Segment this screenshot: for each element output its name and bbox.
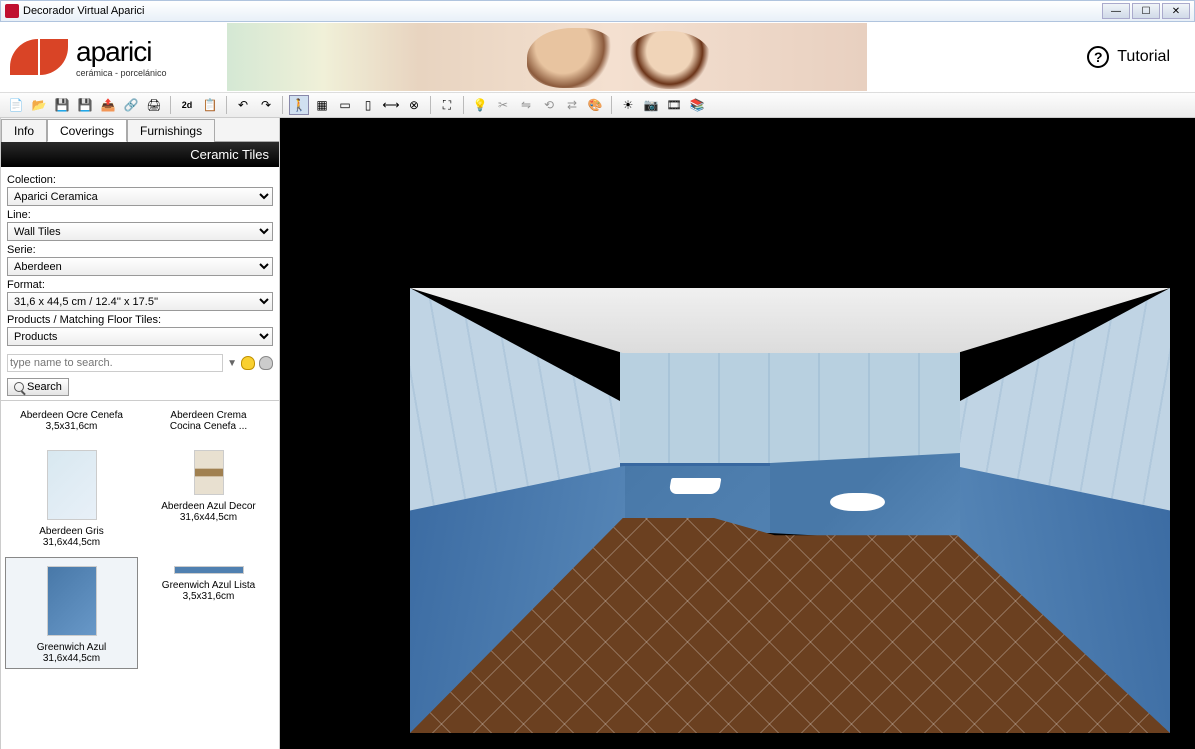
product-item[interactable]: Aberdeen Gris 31,6x44,5cm [5, 441, 138, 553]
palette-icon[interactable]: 🎨 [585, 95, 605, 115]
collection-select[interactable]: Aparici Ceramica [7, 187, 273, 206]
side-panel: Info Coverings Furnishings Ceramic Tiles… [0, 118, 280, 749]
search-icon [14, 382, 24, 392]
delete-icon[interactable]: ⊗ [404, 95, 424, 115]
minimize-button[interactable]: — [1102, 3, 1130, 19]
line-label: Line: [7, 209, 273, 221]
tile-swatch [194, 450, 224, 495]
product-item[interactable]: Greenwich Azul Lista 3,5x31,6cm [142, 557, 275, 669]
products-label: Products / Matching Floor Tiles: [7, 314, 273, 326]
export-icon[interactable]: 📤 [98, 95, 118, 115]
new-icon[interactable]: 📄 [6, 95, 26, 115]
product-item[interactable] [142, 673, 275, 693]
banner-image [227, 23, 867, 91]
logo: aparici cerámica - porcelánico [10, 36, 167, 78]
save-as-icon[interactable]: 💾 [75, 95, 95, 115]
collection-label: Colection: [7, 174, 273, 186]
search-input[interactable] [7, 354, 223, 372]
link-icon[interactable]: 🔗 [121, 95, 141, 115]
product-item-selected[interactable]: Greenwich Azul 31,6x44,5cm [5, 557, 138, 669]
header-bar: aparici cerámica - porcelánico ? Tutoria… [0, 22, 1195, 92]
section-title: Ceramic Tiles [1, 142, 279, 167]
format-label: Format: [7, 279, 273, 291]
search-button[interactable]: Search [7, 378, 69, 396]
tab-coverings[interactable]: Coverings [47, 119, 127, 142]
window-title: Decorador Virtual Aparici [23, 5, 144, 17]
lightbulb-icon[interactable] [241, 356, 255, 370]
tutorial-link[interactable]: Tutorial [1117, 48, 1170, 66]
product-item[interactable]: Aberdeen Ocre Cenefa 3,5x31,6cm [5, 405, 138, 437]
product-item[interactable]: Aberdeen Crema Cocina Cenefa ... [142, 405, 275, 437]
tile-swatch [47, 450, 97, 520]
tab-furnishings[interactable]: Furnishings [127, 119, 215, 142]
serie-label: Serie: [7, 244, 273, 256]
dimension-icon[interactable]: ⟷ [381, 95, 401, 115]
viewport-3d[interactable] [280, 118, 1195, 749]
tab-info[interactable]: Info [1, 119, 47, 142]
document-icon[interactable]: 📋 [200, 95, 220, 115]
grid-icon[interactable]: ▦ [312, 95, 332, 115]
brand-tagline: cerámica - porcelánico [76, 68, 167, 78]
mode-2d-icon[interactable]: 2d [177, 95, 197, 115]
close-button[interactable]: ✕ [1162, 3, 1190, 19]
product-item[interactable]: Aberdeen Azul Decor 31,6x44,5cm [142, 441, 275, 553]
wall-icon[interactable]: ▭ [335, 95, 355, 115]
undo-icon[interactable]: ↶ [233, 95, 253, 115]
format-select[interactable]: 31,6 x 44,5 cm / 12.4'' x 17.5'' [7, 292, 273, 311]
print-icon[interactable]: 🖨 [144, 95, 164, 115]
rotate-icon[interactable]: ⟲ [539, 95, 559, 115]
sun-icon[interactable]: ☀ [618, 95, 638, 115]
light-icon[interactable]: 💡 [470, 95, 490, 115]
help-icon[interactable]: ? [1087, 46, 1109, 68]
titlebar: Decorador Virtual Aparici — ☐ ✕ [0, 0, 1195, 22]
product-list[interactable]: Aberdeen Ocre Cenefa 3,5x31,6cm Aberdeen… [1, 400, 279, 749]
layout-icon[interactable]: ▯ [358, 95, 378, 115]
serie-select[interactable]: Aberdeen [7, 257, 273, 276]
chevron-down-icon[interactable]: ▼ [227, 358, 237, 369]
products-select[interactable]: Products [7, 327, 273, 346]
room-render [410, 288, 1170, 733]
fixture-sink [669, 478, 722, 494]
save-icon[interactable]: 💾 [52, 95, 72, 115]
walk-icon[interactable]: 🚶 [289, 95, 309, 115]
mirror-icon[interactable]: ⇄ [562, 95, 582, 115]
catalog-icon[interactable]: 📚 [687, 95, 707, 115]
app-icon [5, 4, 19, 18]
brand-name: aparici [76, 36, 167, 68]
film-icon[interactable]: 🎞 [664, 95, 684, 115]
scissors-icon[interactable]: ✂ [493, 95, 513, 115]
lightbulb-off-icon[interactable] [259, 356, 273, 370]
redo-icon[interactable]: ↷ [256, 95, 276, 115]
tile-swatch [174, 566, 244, 574]
open-icon[interactable]: 📂 [29, 95, 49, 115]
camera-icon[interactable]: 📷 [641, 95, 661, 115]
fixture-basin [830, 493, 885, 511]
flip-h-icon[interactable]: ⇋ [516, 95, 536, 115]
maximize-button[interactable]: ☐ [1132, 3, 1160, 19]
product-item[interactable] [5, 673, 138, 693]
tile-swatch [47, 566, 97, 636]
line-select[interactable]: Wall Tiles [7, 222, 273, 241]
toolbar: 📄 📂 💾 💾 📤 🔗 🖨 2d 📋 ↶ ↷ 🚶 ▦ ▭ ▯ ⟷ ⊗ ⛶ 💡 ✂… [0, 92, 1195, 118]
fit-icon[interactable]: ⛶ [437, 95, 457, 115]
